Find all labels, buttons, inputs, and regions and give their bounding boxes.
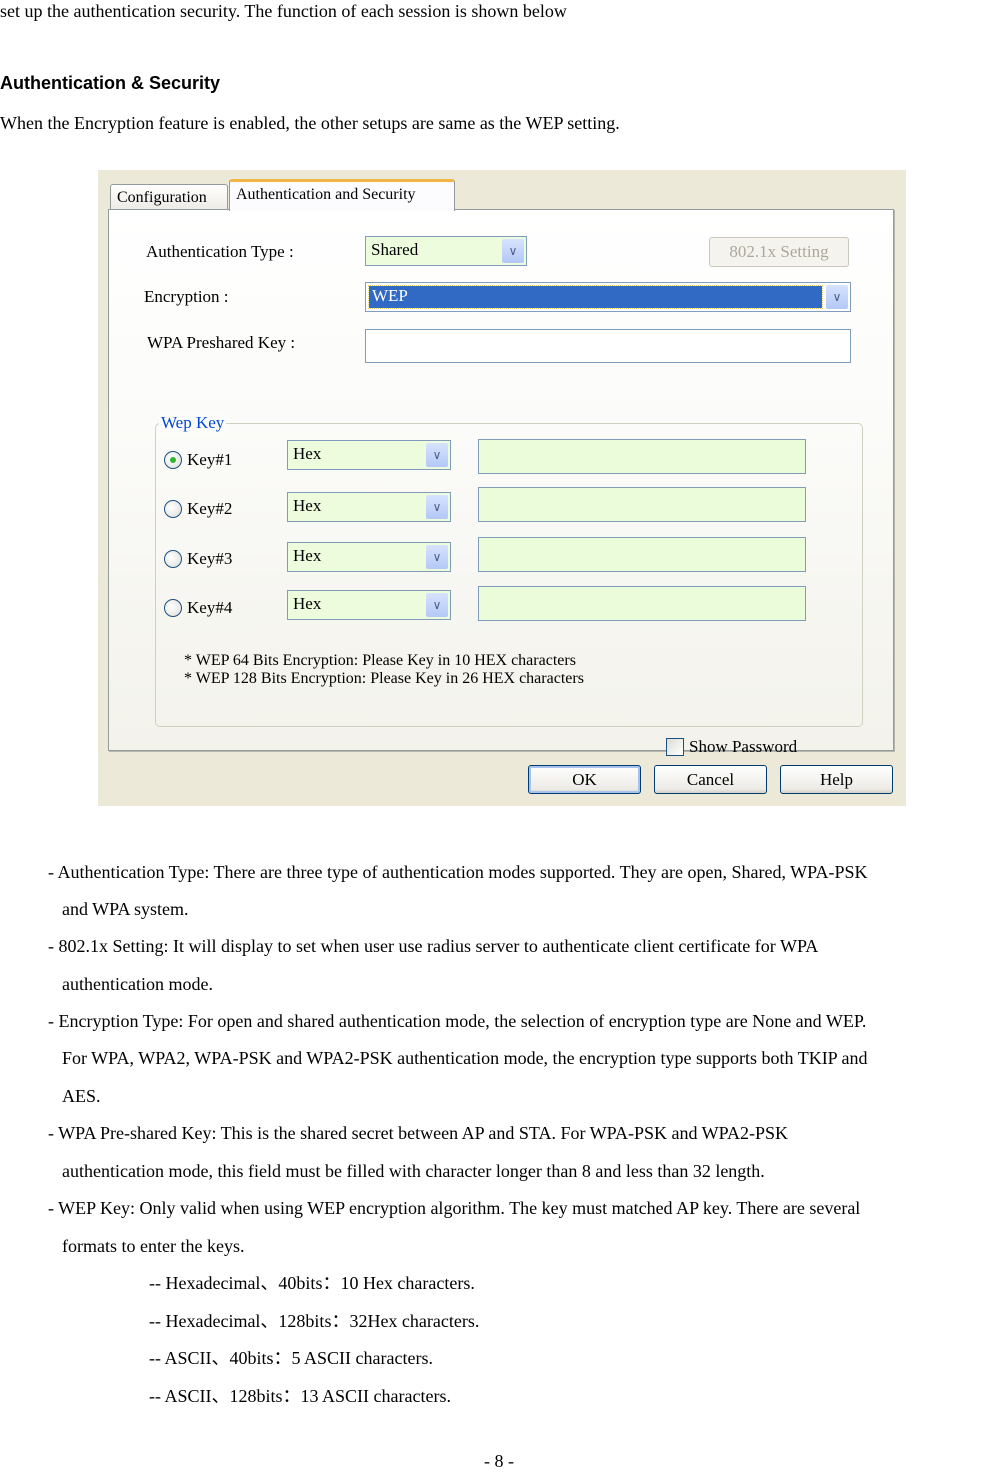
key4-format-value: Hex <box>293 594 322 613</box>
wep128-note: * WEP 128 Bits Encryption: Please Key in… <box>184 670 584 687</box>
key2-input[interactable] <box>478 487 806 522</box>
wpa-psk-label: WPA Preshared Key : <box>147 333 296 352</box>
desc-8021x-line1: - 802.1x Setting: It will display to set… <box>48 936 819 956</box>
key3-format-value: Hex <box>293 546 322 565</box>
tab-panel: Authentication Type : Shared ∨ 802.1x Se… <box>108 209 894 756</box>
key1-radio[interactable] <box>164 451 182 469</box>
wep-key-group-title: Wep Key <box>159 413 227 433</box>
chevron-down-icon[interactable]: ∨ <box>826 285 848 309</box>
key3-input[interactable] <box>478 537 806 572</box>
encryption-select[interactable]: WEP ∨ <box>365 282 851 312</box>
key2-format-select[interactable]: Hex ∨ <box>287 492 451 522</box>
section-intro: When the Encryption feature is enabled, … <box>0 113 620 133</box>
key3-radio[interactable] <box>164 550 182 568</box>
wep64-note: * WEP 64 Bits Encryption: Please Key in … <box>184 652 576 669</box>
desc-wep-key-line2: formats to enter the keys. <box>62 1236 245 1256</box>
intro-text: set up the authentication security. The … <box>0 1 567 21</box>
dot1x-setting-button[interactable]: 802.1x Setting <box>709 237 849 267</box>
desc-8021x-line2: authentication mode. <box>62 974 213 994</box>
auth-security-dialog: Configuration Authentication and Securit… <box>98 170 906 806</box>
auth-type-label: Authentication Type : <box>146 242 294 261</box>
key-format-item: -- Hexadecimal、40bits：10 Hex characters. <box>149 1273 475 1293</box>
desc-wpa-psk-line2: authentication mode, this field must be … <box>62 1161 765 1181</box>
cancel-button[interactable]: Cancel <box>654 765 767 794</box>
auth-type-value: Shared <box>371 240 419 259</box>
page-number: - 8 - <box>484 1451 514 1471</box>
desc-encryption-line1: - Encryption Type: For open and shared a… <box>48 1011 867 1031</box>
key4-label: Key#4 <box>187 598 233 617</box>
key-format-item: -- ASCII、40bits：5 ASCII characters. <box>149 1348 433 1368</box>
chevron-down-icon[interactable]: ∨ <box>426 593 448 617</box>
tab-authentication-security[interactable]: Authentication and Security <box>229 179 455 211</box>
desc-wep-key-line1: - WEP Key: Only valid when using WEP enc… <box>48 1198 861 1218</box>
key1-label: Key#1 <box>187 450 233 469</box>
help-button[interactable]: Help <box>780 765 893 794</box>
key3-label: Key#3 <box>187 549 233 568</box>
chevron-down-icon[interactable]: ∨ <box>426 545 448 569</box>
show-password-label: Show Password <box>689 737 798 756</box>
chevron-down-icon[interactable]: ∨ <box>502 239 524 263</box>
desc-auth-type-line1: - Authentication Type: There are three t… <box>48 862 868 882</box>
key2-format-value: Hex <box>293 496 322 515</box>
desc-encryption-line3: AES. <box>62 1086 101 1106</box>
key4-input[interactable] <box>478 586 806 621</box>
auth-type-select[interactable]: Shared ∨ <box>365 236 527 266</box>
key-format-item: -- ASCII、128bits：13 ASCII characters. <box>149 1386 451 1406</box>
section-heading: Authentication & Security <box>0 73 221 93</box>
key2-label: Key#2 <box>187 499 233 518</box>
wpa-psk-input[interactable] <box>365 329 851 363</box>
ok-button[interactable]: OK <box>528 765 641 794</box>
desc-encryption-line2: For WPA, WPA2, WPA-PSK and WPA2-PSK auth… <box>62 1048 868 1068</box>
encryption-label: Encryption : <box>144 287 229 306</box>
desc-auth-type-line2: and WPA system. <box>62 899 189 919</box>
key1-format-value: Hex <box>293 444 322 463</box>
chevron-down-icon[interactable]: ∨ <box>426 495 448 519</box>
key4-radio[interactable] <box>164 599 182 617</box>
desc-wpa-psk-line1: - WPA Pre-shared Key: This is the shared… <box>48 1123 789 1143</box>
key3-format-select[interactable]: Hex ∨ <box>287 542 451 572</box>
encryption-value: WEP <box>372 286 408 305</box>
key-format-item: -- Hexadecimal、128bits：32Hex characters. <box>149 1311 480 1331</box>
tab-configuration[interactable]: Configuration <box>110 184 228 210</box>
key2-radio[interactable] <box>164 500 182 518</box>
key4-format-select[interactable]: Hex ∨ <box>287 590 451 620</box>
show-password-checkbox[interactable] <box>666 738 684 756</box>
chevron-down-icon[interactable]: ∨ <box>426 443 448 467</box>
key1-input[interactable] <box>478 439 806 474</box>
key1-format-select[interactable]: Hex ∨ <box>287 440 451 470</box>
